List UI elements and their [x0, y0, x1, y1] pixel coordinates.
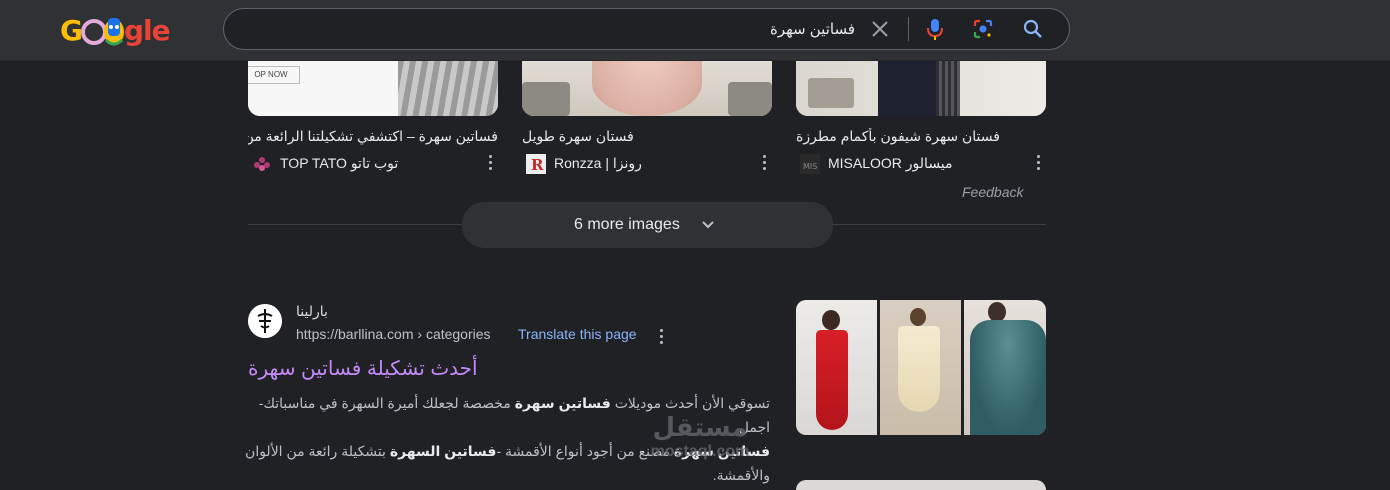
watermark-arabic: مستقل [652, 412, 748, 442]
google-doodle-logo[interactable]: Ggle [60, 8, 174, 52]
source-name: TOP TATO توب تاتو [280, 155, 399, 171]
image-card-title[interactable]: فستان سهرة طويل [522, 128, 772, 145]
result-title-link[interactable]: أحدث تشكيلة فساتين سهرة [248, 356, 478, 381]
svg-text:MIS: MIS [803, 162, 817, 171]
svg-text:R: R [531, 156, 544, 174]
more-options-icon[interactable] [762, 153, 768, 171]
image-card-title[interactable]: فساتين سهرة – اكتشفي تشكيلتنا الرائعة من… [248, 128, 498, 145]
result-options-icon[interactable] [659, 327, 665, 345]
image-card[interactable]: OP NOW فساتين سهرة – اكتشفي تشكيلتنا الر… [248, 60, 498, 171]
feedback-link[interactable]: Feedback [962, 184, 1023, 200]
search-icon[interactable] [1022, 18, 1044, 40]
microphone-icon[interactable] [924, 17, 946, 41]
more-options-icon[interactable] [1036, 153, 1042, 171]
more-images-label: 6 more images [574, 216, 680, 233]
search-box[interactable]: فساتين سهرة [223, 8, 1070, 50]
chevron-down-icon [702, 221, 714, 229]
misaloor-favicon-icon: MIS [800, 154, 820, 174]
site-url[interactable]: https://barllina.com › categories [296, 326, 491, 342]
doodle-icon [81, 18, 124, 46]
google-lens-icon[interactable] [972, 18, 994, 40]
image-thumbnail[interactable] [522, 60, 772, 116]
image-source: MIS MISALOOR ميسالور [796, 153, 1046, 174]
image-card[interactable]: فستان سهرة شيفون بأكمام مطرزة MIS MISALO… [796, 60, 1046, 174]
image-thumbnail[interactable]: OP NOW [248, 60, 498, 116]
result-image-strip[interactable] [796, 300, 1046, 435]
logo-letters-gle: gle [123, 14, 171, 47]
more-images-button[interactable]: 6 more images [462, 202, 833, 248]
flower-favicon-icon [254, 157, 270, 171]
site-favicon-icon[interactable] [248, 304, 282, 338]
search-input[interactable]: فساتين سهرة [770, 20, 855, 38]
image-card-title[interactable]: فستان سهرة شيفون بأكمام مطرزة [796, 128, 1046, 145]
image-card[interactable]: فستان سهرة طويل R Ronzza | رونزا [522, 60, 772, 174]
source-name: MISALOOR ميسالور [828, 155, 953, 171]
result-image[interactable] [880, 300, 961, 435]
image-thumbnail[interactable] [796, 60, 1046, 116]
image-source: R Ronzza | رونزا [522, 153, 772, 174]
translate-link[interactable]: Translate this page [518, 326, 637, 342]
site-name[interactable]: بارلينا [296, 303, 328, 320]
thumbnail-shop-now-text: OP NOW [248, 66, 300, 84]
source-name: Ronzza | رونزا [554, 155, 642, 171]
watermark-latin: mostaql.com [650, 443, 750, 460]
logo-letter-g: G [60, 14, 83, 47]
search-divider [908, 17, 909, 41]
ronzza-favicon-icon: R [526, 154, 546, 174]
top-bar: Ggle فساتين سهرة [0, 0, 1390, 60]
result-image[interactable] [964, 300, 1046, 435]
more-options-icon[interactable] [488, 153, 494, 171]
result-image[interactable] [796, 300, 877, 435]
next-result-image[interactable] [796, 480, 1046, 490]
image-source: TOP TATO توب تاتو [248, 153, 498, 173]
mostaql-watermark: مستقل mostaql.com [630, 412, 770, 462]
clear-icon[interactable] [869, 18, 891, 40]
